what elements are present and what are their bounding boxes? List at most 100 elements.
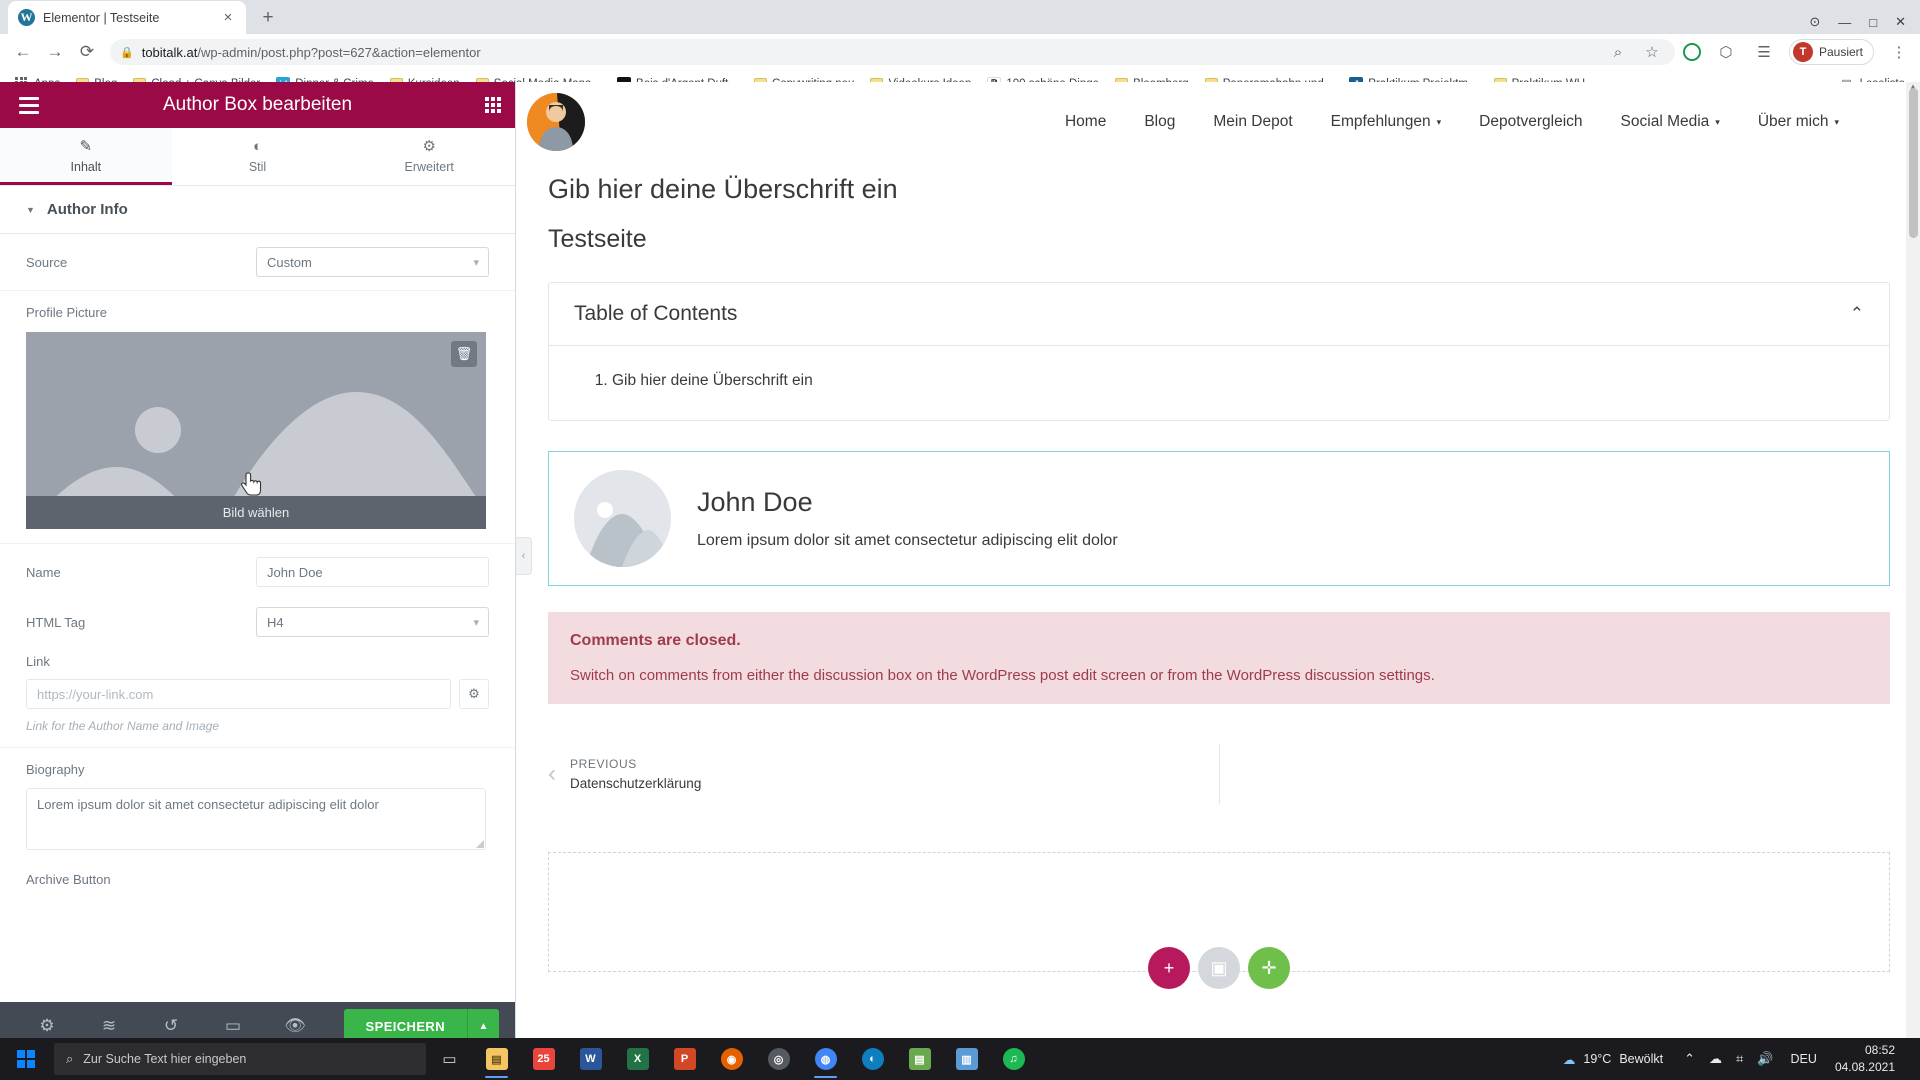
nav-home[interactable]: Home [1046,113,1125,131]
file-explorer-icon: ▤ [485,1048,508,1070]
profile-chip[interactable]: T Pausiert [1788,39,1874,65]
section-author-info[interactable]: ▼ Author Info [0,186,515,234]
new-tab-button[interactable]: + [254,4,282,32]
taskbar-firefox[interactable]: ◉ [708,1038,755,1080]
taskbar-spotify[interactable]: ♫ [990,1038,1037,1080]
link-input[interactable]: https://your-link.com [26,679,451,709]
previous-title: Datenschutzerklärung [570,776,702,791]
nav-label: Social Media [1620,113,1710,130]
source-select[interactable]: Custom [256,247,489,277]
nav-depotvergleich[interactable]: Depotvergleich [1460,113,1601,131]
tab-title: Elementor | Testseite [43,10,160,25]
control-source: Source Custom [0,234,515,291]
archive-button-label: Archive Button [26,872,111,887]
control-profile-picture: Profile Picture 🗑 Bild wählen [0,291,515,544]
comments-closed-notice: Comments are closed. Switch on comments … [548,612,1890,704]
onedrive-icon[interactable]: ☁ [1702,1051,1729,1067]
author-name: John Doe [697,487,813,517]
address-bar[interactable]: 🔒 tobitalk.at/wp-admin/post.php?post=627… [110,39,1675,65]
extensions-puzzle-icon[interactable]: ⊙ [1809,14,1820,30]
link-options-gear-icon[interactable]: ⚙ [459,679,489,709]
network-icon[interactable]: ⌗ [1729,1051,1750,1067]
toc-header[interactable]: Table of Contents ⌃ [549,283,1889,346]
collapse-panel-handle[interactable]: ‹ [516,537,532,575]
clock-widget[interactable]: 08:52 04.08.2021 [1827,1042,1907,1076]
minimize-button[interactable]: — [1838,15,1851,30]
hamburger-menu-icon[interactable] [14,92,44,119]
link-label: Link [26,654,50,669]
zoom-search-icon[interactable]: ⌕ [1605,39,1631,65]
taskbar-edge[interactable]: ◐ [849,1038,896,1080]
add-section-button[interactable]: + [1148,947,1190,989]
panel-title: Author Box bearbeiten [162,94,353,115]
author-avatar [574,470,671,567]
nav-blog[interactable]: Blog [1125,113,1194,131]
taskbar-powerpoint[interactable]: P [661,1038,708,1080]
reading-list-icon[interactable]: ☰ [1751,39,1777,65]
taskbar-disc[interactable]: ◎ [755,1038,802,1080]
trash-icon[interactable]: 🗑 [451,341,477,367]
tab-stil[interactable]: ◐ Stil [171,128,344,185]
search-icon: ⌕ [66,1051,74,1066]
profile-picture-preview[interactable]: 🗑 Bild wählen [26,332,486,529]
tab-erweitert[interactable]: ⚙ Erweitert [343,128,516,185]
maximize-button[interactable]: □ [1869,15,1877,30]
add-element-button[interactable]: ✛ [1248,947,1290,989]
html-tag-select[interactable]: H4 [256,607,489,637]
scrollbar-thumb[interactable] [1909,88,1918,238]
grammarly-extension-icon[interactable] [1682,43,1701,61]
windows-start-icon[interactable] [0,1038,52,1080]
url-path: /wp-admin/post.php?post=627&action=eleme… [197,44,481,60]
url-text: tobitalk.at/wp-admin/post.php?post=627&a… [142,45,1597,60]
control-name: Name John Doe [0,544,515,594]
taskbar-photos[interactable]: ▥ [943,1038,990,1080]
forward-icon[interactable]: → [40,37,70,67]
widgets-grid-icon[interactable] [485,97,501,113]
author-box-widget[interactable]: John Doe Lorem ipsum dolor sit amet cons… [548,451,1890,586]
taskbar-file-explorer[interactable]: ▤ [473,1038,520,1080]
taskbar-chrome[interactable]: ◍ [802,1038,849,1080]
previous-post-link[interactable]: ‹ PREVIOUS Datenschutzerklärung [548,744,1219,804]
extension-icon[interactable]: ⬡ [1713,39,1739,65]
nav-ueber-mich[interactable]: Über mich ▾ [1739,113,1858,131]
tab-label: Stil [248,160,267,174]
close-tab-icon[interactable]: × [220,9,236,26]
add-new-section-dropzone[interactable]: + ▣ ✛ [548,852,1890,989]
chevron-left-icon: ‹ [548,760,556,787]
next-post-link[interactable] [1220,744,1891,804]
bookmark-star-icon[interactable]: ☆ [1639,39,1665,65]
tab-inhalt[interactable]: ✎ Inhalt [0,128,172,185]
taskbar-screen[interactable]: ▤ [896,1038,943,1080]
tab-label: Inhalt [70,160,102,174]
language-indicator[interactable]: DEU [1781,1052,1827,1066]
site-logo-avatar[interactable] [527,93,585,151]
nav-mein-depot[interactable]: Mein Depot [1194,113,1311,131]
browser-tab[interactable]: W Elementor | Testseite × [8,1,246,34]
reload-icon[interactable]: ⟳ [72,37,102,67]
nav-social-media[interactable]: Social Media ▾ [1602,113,1739,131]
close-window-button[interactable]: ✕ [1895,14,1906,30]
section-action-buttons: + ▣ ✛ [1148,947,1290,989]
choose-image-button[interactable]: Bild wählen [26,496,486,529]
biography-textarea[interactable]: Lorem ipsum dolor sit amet consectetur a… [26,788,486,850]
windows-logo [17,1050,35,1068]
show-desktop-button[interactable] [1907,1038,1914,1080]
preview-scrollbar[interactable]: ▲ ▼ [1906,82,1920,1050]
weather-widget[interactable]: ☁ 19°C Bewölkt [1549,1052,1677,1067]
taskbar-calendar[interactable]: 25 [520,1038,567,1080]
chevron-up-icon[interactable]: ⌃ [1850,304,1864,324]
back-icon[interactable]: ← [8,37,38,67]
nav-empfehlungen[interactable]: Empfehlungen ▾ [1312,113,1461,131]
toc-item[interactable]: Gib hier deine Überschrift ein [612,372,1864,390]
taskbar-search-box[interactable]: ⌕ Zur Suche Text hier eingeben [54,1043,426,1075]
name-input[interactable]: John Doe [256,557,489,587]
template-folder-button[interactable]: ▣ [1198,947,1240,989]
taskbar-excel[interactable]: X [614,1038,661,1080]
task-view-icon[interactable]: ▭ [426,1038,473,1080]
html-tag-label: HTML Tag [26,614,86,630]
biography-label: Biography [26,762,85,777]
tray-chevron-up-icon[interactable]: ⌃ [1677,1051,1702,1067]
volume-icon[interactable]: 🔊 [1750,1051,1780,1067]
chrome-menu-icon[interactable]: ⋮ [1886,39,1912,65]
taskbar-word[interactable]: W [567,1038,614,1080]
